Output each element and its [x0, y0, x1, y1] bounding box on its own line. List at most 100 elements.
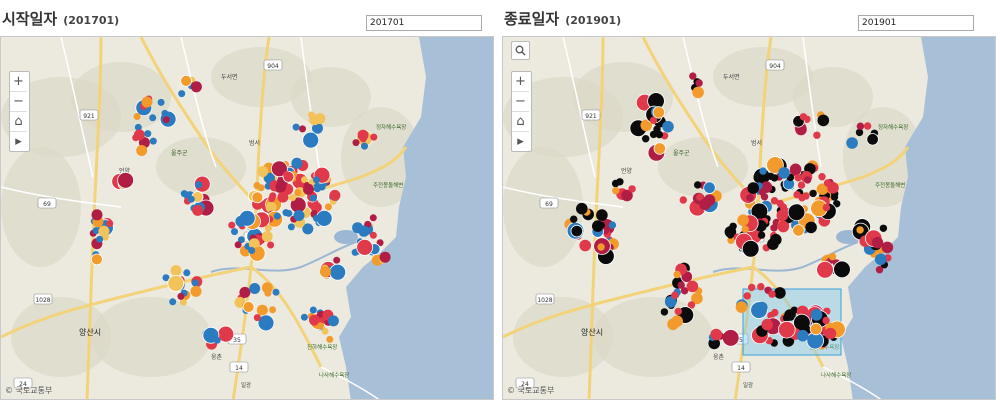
route-number: 904	[769, 63, 781, 70]
incident-marker	[195, 181, 203, 189]
place-label: 정자해수욕장	[878, 123, 908, 131]
incident-marker	[686, 280, 699, 293]
place-label: 주전몽돌해변	[875, 181, 905, 189]
incident-marker	[642, 135, 650, 143]
incident-marker	[261, 282, 273, 294]
play-icon[interactable]: ▸	[10, 132, 27, 151]
start-map[interactable]: 9049217351469102824양산시울주군범서두서면언양웅촌나사해수욕장…	[0, 36, 494, 400]
place-label: 웅촌	[713, 353, 725, 361]
incident-marker	[748, 283, 756, 292]
incident-marker	[190, 81, 202, 93]
incident-marker	[264, 224, 272, 232]
incident-marker	[327, 315, 339, 327]
hill-shade	[11, 297, 111, 377]
incident-marker	[106, 220, 114, 227]
incident-marker	[792, 224, 805, 237]
incident-marker	[379, 251, 391, 263]
incident-marker	[141, 96, 153, 108]
incident-marker	[253, 314, 261, 322]
incident-marker	[694, 181, 702, 189]
incident-marker	[273, 212, 281, 220]
incident-marker	[660, 308, 669, 316]
route-number: 1028	[537, 297, 552, 304]
incident-marker	[741, 225, 749, 233]
incident-marker	[352, 139, 360, 147]
play-icon[interactable]: ▸	[512, 132, 529, 151]
incident-marker	[576, 202, 588, 215]
incident-marker	[242, 301, 255, 313]
route-number: 921	[585, 113, 597, 120]
end-map-canvas[interactable]: 9049217351469102824양산시울주군범서두서면언양웅촌나사해수욕장…	[503, 37, 996, 400]
incident-marker	[809, 322, 823, 336]
incident-marker	[234, 241, 242, 249]
incident-marker	[770, 233, 782, 246]
incident-marker	[805, 221, 817, 234]
incident-marker	[699, 198, 711, 211]
incident-marker	[652, 106, 666, 119]
incident-marker	[846, 137, 858, 149]
search-icon[interactable]	[511, 41, 530, 60]
incident-marker	[579, 239, 591, 252]
incident-marker	[757, 231, 766, 239]
incident-marker	[228, 221, 236, 229]
incident-marker	[692, 86, 704, 99]
start-date-heading: 시작일자	[2, 10, 58, 28]
incident-marker	[596, 209, 608, 221]
place-label: 일광	[241, 381, 251, 389]
start-date-subtitle: (201701)	[63, 14, 120, 27]
place-label: 범서	[751, 139, 762, 147]
incident-marker	[283, 171, 290, 178]
incident-marker	[332, 190, 340, 198]
incident-marker	[797, 181, 806, 189]
incident-marker	[190, 285, 202, 297]
incident-marker	[818, 173, 826, 181]
zoom-in-icon[interactable]: +	[10, 72, 27, 92]
incident-marker	[879, 224, 888, 232]
place-label: 나사해수욕장	[319, 371, 349, 379]
zoom-out-icon[interactable]: −	[512, 92, 529, 112]
incident-marker	[249, 283, 261, 294]
incident-marker	[300, 313, 308, 321]
zoom-out-icon[interactable]: −	[10, 92, 27, 112]
incident-marker	[161, 109, 169, 117]
end-date-input[interactable]	[858, 15, 974, 31]
incident-marker	[309, 194, 317, 202]
start-date-input[interactable]	[366, 15, 482, 31]
incident-marker	[177, 292, 185, 300]
start-map-canvas[interactable]: 9049217351469102824양산시울주군범서두서면언양웅촌나사해수욕장…	[1, 37, 494, 400]
incident-marker	[726, 231, 735, 239]
incident-marker	[358, 225, 370, 237]
incident-marker	[758, 188, 767, 196]
incident-marker	[570, 215, 578, 223]
incident-marker	[789, 163, 802, 176]
incident-marker	[822, 316, 830, 325]
incident-marker	[809, 189, 817, 198]
incident-marker	[798, 194, 806, 202]
incident-marker	[866, 133, 879, 146]
incident-marker	[881, 241, 894, 254]
incident-marker	[782, 314, 791, 322]
end-date-title: 종료일자 (201901)	[504, 8, 621, 29]
incident-marker	[313, 176, 320, 184]
home-icon[interactable]: ⌂	[512, 112, 529, 132]
home-icon[interactable]: ⌂	[10, 112, 27, 132]
zoom-in-icon[interactable]: +	[512, 72, 529, 92]
incident-marker	[816, 261, 834, 279]
start-date-title: 시작일자 (201701)	[2, 8, 119, 29]
incident-marker	[653, 142, 667, 155]
incident-marker	[231, 228, 238, 236]
route-number: 1028	[35, 297, 50, 304]
incident-marker	[757, 283, 765, 291]
incident-marker	[703, 181, 716, 194]
hill-shade	[291, 67, 371, 127]
incident-marker	[608, 221, 617, 229]
end-map[interactable]: 9049217351469102824양산시울주군범서두서면언양웅촌나사해수욕장…	[502, 36, 996, 400]
incident-marker	[823, 179, 832, 187]
incident-marker	[369, 214, 377, 222]
incident-marker	[287, 223, 295, 231]
incident-marker	[235, 215, 247, 227]
incident-marker	[830, 193, 839, 201]
incident-marker	[633, 124, 641, 132]
incident-marker	[178, 90, 186, 98]
place-label: 양산시	[79, 327, 101, 337]
